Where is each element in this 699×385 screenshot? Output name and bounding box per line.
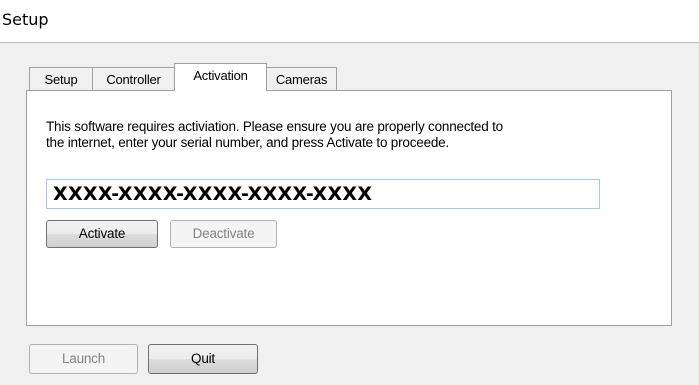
description-line-2: the internet, enter your serial number, …	[46, 135, 450, 150]
launch-button[interactable]: Launch	[29, 344, 138, 374]
tab-cameras[interactable]: Cameras	[266, 67, 337, 90]
tab-setup[interactable]: Setup	[29, 67, 93, 90]
description-line-1: This software requires activiation. Plea…	[46, 119, 503, 134]
tab-controller[interactable]: Controller	[92, 67, 175, 90]
serial-number-input[interactable]	[46, 179, 600, 209]
activation-description: This software requires activiation. Plea…	[46, 119, 646, 151]
setup-window: Setup Setup Controller Activation Camera…	[0, 0, 699, 385]
title-bar: Setup	[0, 0, 699, 43]
quit-button[interactable]: Quit	[148, 344, 258, 374]
window-title: Setup	[2, 10, 49, 29]
deactivate-button[interactable]: Deactivate	[170, 220, 277, 248]
activate-button[interactable]: Activate	[46, 220, 158, 248]
activation-panel: This software requires activiation. Plea…	[26, 90, 672, 326]
tab-activation[interactable]: Activation	[174, 63, 267, 91]
